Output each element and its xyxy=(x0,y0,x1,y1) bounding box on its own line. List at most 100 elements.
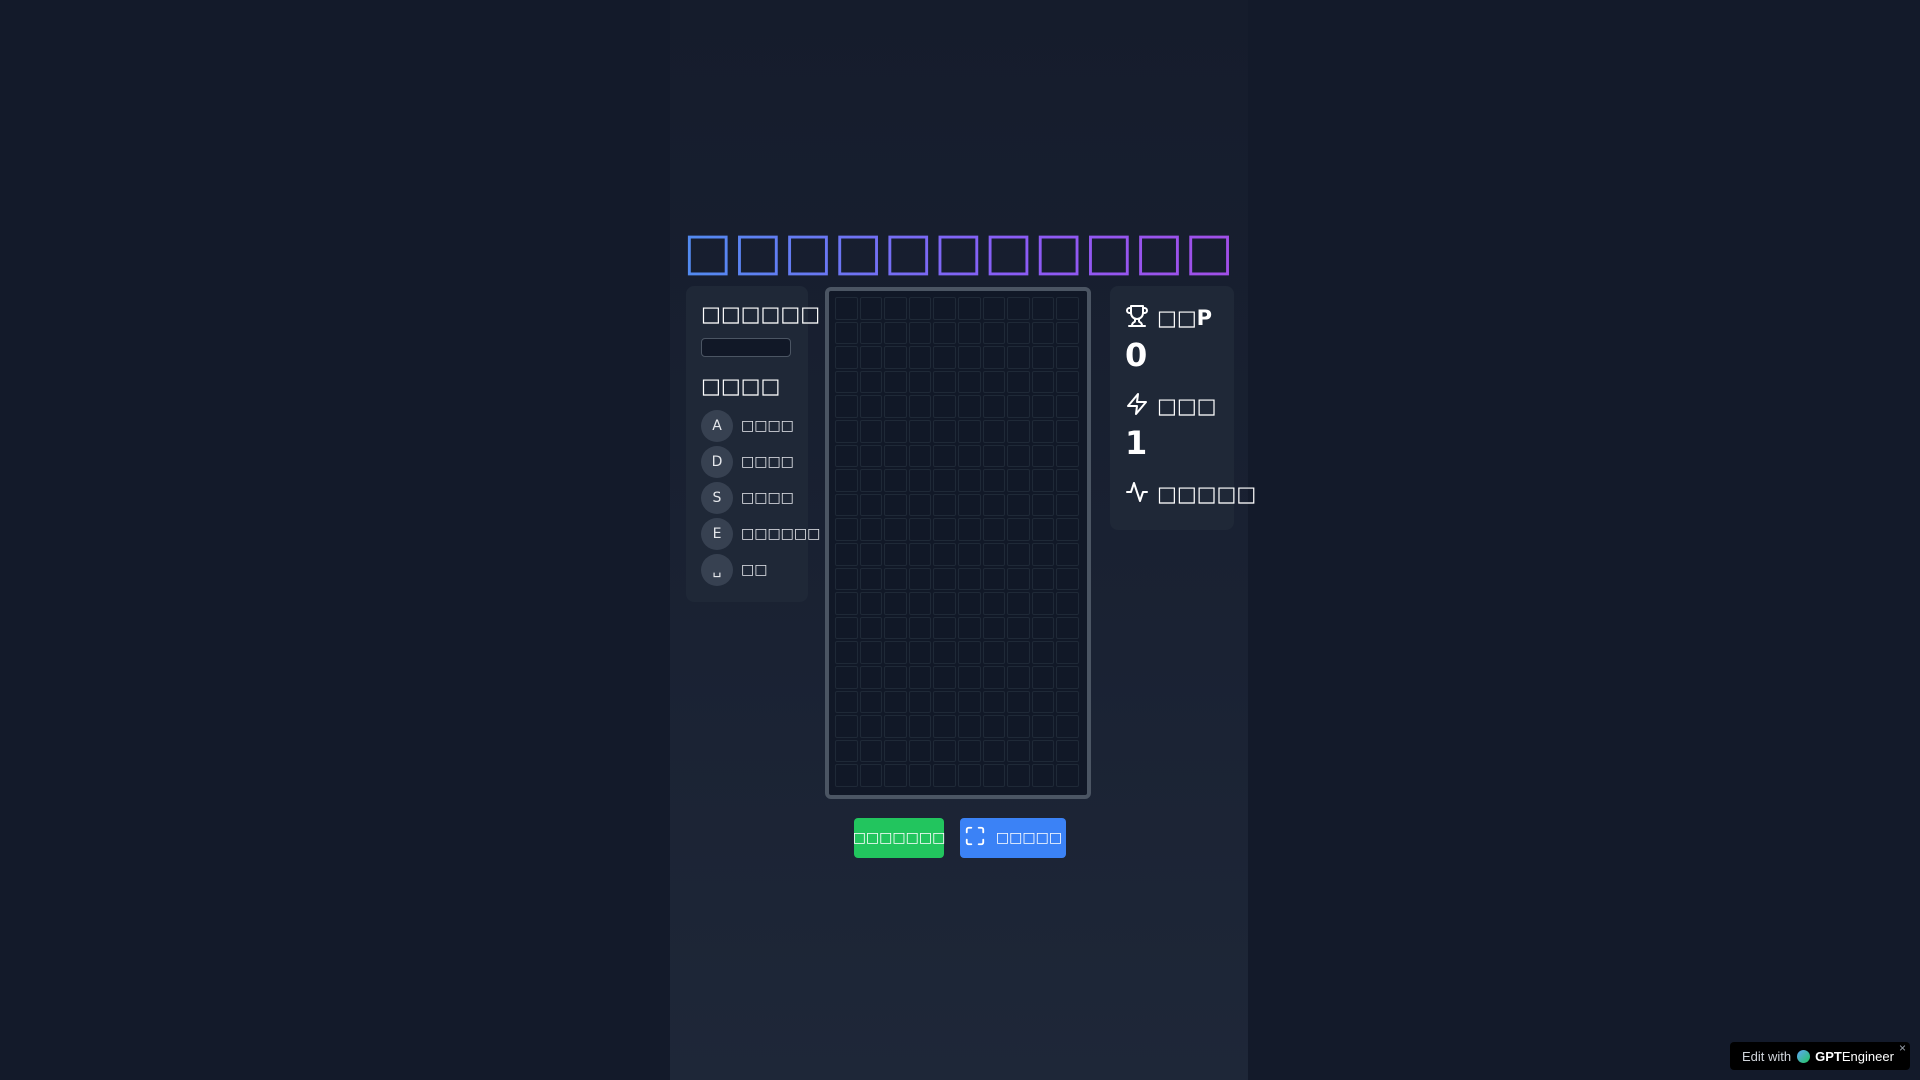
board-cell xyxy=(982,665,1006,689)
board-cell xyxy=(908,493,932,517)
board-cell xyxy=(859,469,883,492)
trophy-icon xyxy=(1125,304,1149,332)
key-e: E xyxy=(701,518,733,550)
board-cell xyxy=(884,346,907,369)
board-cell xyxy=(1056,739,1079,763)
board-cell xyxy=(835,518,858,541)
start-game-button[interactable]: □□□□□□□ xyxy=(853,818,945,858)
board-cell xyxy=(835,444,858,468)
board-cell xyxy=(1056,395,1079,418)
gptengineer-logo-icon xyxy=(1797,1049,1811,1063)
badge-brand-bold: GPT xyxy=(1815,1048,1842,1064)
board-cell xyxy=(884,641,907,664)
board-cell xyxy=(835,592,858,615)
board-cell xyxy=(933,739,956,763)
board-cell xyxy=(859,346,883,369)
board-cell xyxy=(1056,469,1079,492)
control-label: □□□□ xyxy=(741,490,794,506)
board-cell xyxy=(1056,764,1079,787)
board-cell xyxy=(957,567,981,591)
board-cell xyxy=(835,297,858,320)
board-cell xyxy=(1007,616,1030,640)
board-cell xyxy=(884,665,907,689)
score-label: □□P xyxy=(1157,306,1213,330)
board-cell xyxy=(884,493,907,517)
board-cell xyxy=(957,444,981,468)
board-cell xyxy=(859,321,883,345)
board-cell xyxy=(835,346,858,369)
board-cell xyxy=(884,444,907,468)
board-cell xyxy=(859,395,883,418)
board-cell xyxy=(1031,739,1055,763)
board-cell xyxy=(1031,592,1055,615)
board-cell xyxy=(933,395,956,418)
board-cell xyxy=(933,469,956,492)
board-cell xyxy=(908,419,932,443)
board-cell xyxy=(982,518,1006,541)
board-cell xyxy=(1031,395,1055,418)
board-cell xyxy=(1007,665,1030,689)
board-cell xyxy=(1007,444,1030,468)
game-board[interactable] xyxy=(825,287,1091,799)
board-cell xyxy=(908,690,932,714)
board-cell xyxy=(982,444,1006,468)
board-cell xyxy=(884,419,907,443)
board-cell xyxy=(835,419,858,443)
board-cell xyxy=(957,297,981,320)
board-cell xyxy=(1031,616,1055,640)
board-cell xyxy=(835,469,858,492)
board-cell xyxy=(933,715,956,738)
board-cell xyxy=(1056,690,1079,714)
board-cell xyxy=(982,739,1006,763)
activity-icon xyxy=(1125,480,1149,508)
key-space: ␣ xyxy=(701,554,733,586)
board-cell xyxy=(982,542,1006,566)
control-item: A □□□□ xyxy=(701,410,794,442)
board-cell xyxy=(859,542,883,566)
control-item: D □□□□ xyxy=(701,446,794,478)
board-cell xyxy=(884,370,907,394)
control-item: E □□□□□□ xyxy=(701,518,820,550)
board-cell xyxy=(1007,346,1030,369)
board-cell xyxy=(835,567,858,591)
board-cell xyxy=(982,370,1006,394)
board-cell xyxy=(957,395,981,418)
board-cell xyxy=(957,764,981,787)
controls-heading: □□□□ xyxy=(701,374,781,398)
board-cell xyxy=(933,616,956,640)
board-cell xyxy=(933,567,956,591)
board-cell xyxy=(859,641,883,664)
board-cell xyxy=(835,690,858,714)
board-cell xyxy=(957,616,981,640)
board-cell xyxy=(1031,715,1055,738)
badge-brand-rest: Engineer xyxy=(1841,1048,1894,1064)
edit-with-gptengineer-badge[interactable]: Edit with GPTEngineer × xyxy=(1730,1041,1910,1070)
board-cell xyxy=(1031,444,1055,468)
board-cell xyxy=(957,739,981,763)
board-cell xyxy=(908,542,932,566)
board-cell xyxy=(835,715,858,738)
board-cell xyxy=(859,764,883,787)
board-cell xyxy=(1056,297,1079,320)
board-cell xyxy=(908,715,932,738)
board-cell xyxy=(957,641,981,664)
badge-close-icon[interactable]: × xyxy=(1899,1041,1906,1055)
board-cell xyxy=(1056,542,1079,566)
board-cell xyxy=(1031,370,1055,394)
key-d: D xyxy=(701,446,733,478)
board-cell xyxy=(957,321,981,345)
board-cell xyxy=(859,567,883,591)
board-cell xyxy=(859,690,883,714)
board-cell xyxy=(1031,419,1055,443)
board-cell xyxy=(884,297,907,320)
board-cell xyxy=(957,542,981,566)
board-cell xyxy=(982,715,1006,738)
key-a: A xyxy=(701,410,733,442)
board-cell xyxy=(982,493,1006,517)
board-cell xyxy=(835,739,858,763)
board-cell xyxy=(859,592,883,615)
board-cell xyxy=(1056,370,1079,394)
control-label: □□□□□□ xyxy=(741,526,821,542)
fullscreen-button[interactable]: □□□□□ xyxy=(960,818,1066,858)
board-cell xyxy=(957,592,981,615)
